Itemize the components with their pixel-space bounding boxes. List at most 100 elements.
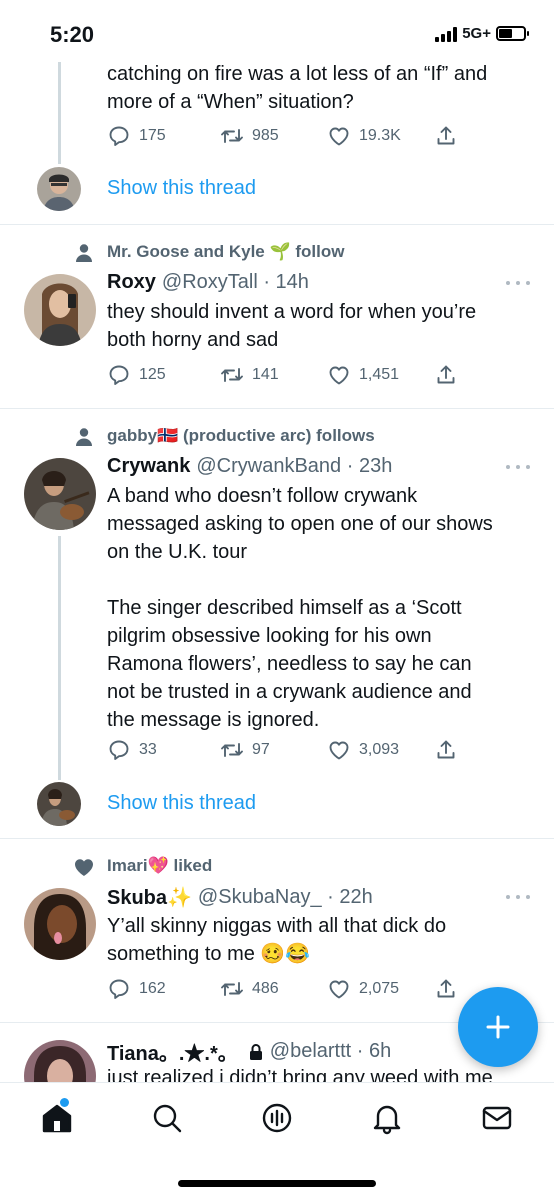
retweet-button[interactable]: 97 <box>220 738 270 762</box>
share-icon <box>434 124 458 148</box>
tweet-divider <box>0 224 554 225</box>
tweet-divider <box>0 408 554 409</box>
tweet-text: catching on fire was a lot less of an “I… <box>107 63 488 113</box>
like-button[interactable]: 2,075 <box>327 977 399 1001</box>
compose-button[interactable] <box>458 987 538 1067</box>
tweet-header: Roxy @RoxyTall · 14h <box>107 271 309 294</box>
reply-count: 175 <box>139 127 166 144</box>
tweet-divider <box>0 838 554 839</box>
avatar[interactable] <box>24 1040 96 1082</box>
user-icon <box>72 425 96 449</box>
retweet-count: 486 <box>252 980 279 997</box>
like-count: 3,093 <box>359 741 400 758</box>
tab-spaces[interactable] <box>260 1101 294 1135</box>
reply-button[interactable]: 162 <box>107 977 166 1001</box>
status-time: 5:20 <box>50 22 95 47</box>
handle-and-time[interactable]: @RoxyTall · 14h <box>162 271 309 294</box>
messages-icon <box>482 1106 512 1130</box>
home-icon <box>42 1104 72 1133</box>
display-name[interactable]: Roxy <box>107 271 156 294</box>
show-thread-link[interactable]: Show this thread <box>107 177 256 200</box>
search-icon <box>153 1104 182 1133</box>
reply-icon <box>107 738 131 762</box>
tab-search[interactable] <box>150 1101 184 1135</box>
tweet-text: A band who doesn’t follow crywank messag… <box>107 485 493 731</box>
avatar[interactable] <box>24 458 96 530</box>
social-context: Mr. Goose and Kyle 🌱 follow <box>107 242 345 261</box>
reply-count: 33 <box>139 741 157 758</box>
share-icon <box>434 738 458 762</box>
handle-and-time[interactable]: @belarttt · 6h <box>270 1040 391 1063</box>
cellular-signal-icon <box>435 26 458 42</box>
status-bar: 5:20 5G+ <box>0 0 554 62</box>
thread-avatar[interactable] <box>37 167 81 211</box>
reply-button[interactable]: 125 <box>107 363 166 387</box>
social-context: gabby🇳🇴 (productive arc) follows <box>107 426 375 445</box>
tweet-header: Crywank @CrywankBand · 23h <box>107 455 392 478</box>
tweet-text: Y’all skinny niggas with all that dick d… <box>107 915 447 965</box>
share-button[interactable] <box>434 124 458 148</box>
tweet-text: just realized i didn’t bring any weed wi… <box>107 1067 493 1082</box>
more-options-icon[interactable] <box>506 463 530 471</box>
reply-icon <box>107 363 131 387</box>
reply-count: 125 <box>139 366 166 383</box>
retweet-icon <box>220 977 244 1001</box>
protected-lock-icon <box>248 1043 264 1061</box>
display-name[interactable]: Tiana。.★.*。 <box>107 1037 238 1066</box>
display-name[interactable]: Crywank <box>107 455 190 478</box>
tweet-actions: 125 141 1,451 <box>107 363 467 391</box>
unread-indicator <box>60 1098 69 1107</box>
compose-icon <box>486 1015 510 1039</box>
reply-button[interactable]: 33 <box>107 738 157 762</box>
avatar[interactable] <box>24 274 96 346</box>
like-icon <box>327 124 351 148</box>
home-indicator <box>178 1180 376 1187</box>
heart-icon <box>72 855 96 879</box>
share-button[interactable] <box>434 738 458 762</box>
like-icon <box>327 977 351 1001</box>
timeline-feed[interactable]: catching on fire was a lot less of an “I… <box>0 0 554 1082</box>
display-name[interactable]: Skuba✨ <box>107 885 192 910</box>
reply-icon <box>107 124 131 148</box>
retweet-button[interactable]: 985 <box>220 124 279 148</box>
handle-and-time[interactable]: @SkubaNay_ · 22h <box>198 886 373 909</box>
retweet-icon <box>220 124 244 148</box>
like-count: 1,451 <box>359 366 400 383</box>
avatar[interactable] <box>24 888 96 960</box>
tweet-actions: 175 985 19.3K <box>107 124 467 152</box>
like-button[interactable]: 3,093 <box>327 738 399 762</box>
spaces-icon <box>262 1103 292 1133</box>
show-thread-link[interactable]: Show this thread <box>107 792 256 815</box>
tweet-actions: 33 97 3,093 <box>107 738 467 766</box>
tab-messages[interactable] <box>480 1101 514 1135</box>
status-indicators: 5G+ <box>435 25 529 42</box>
like-button[interactable]: 1,451 <box>327 363 399 387</box>
share-icon <box>434 363 458 387</box>
tab-notifications[interactable] <box>370 1101 404 1135</box>
like-button[interactable]: 19.3K <box>327 124 401 148</box>
retweet-icon <box>220 363 244 387</box>
thread-avatar[interactable] <box>37 782 81 826</box>
reply-count: 162 <box>139 980 166 997</box>
tweet-header: Skuba✨ @SkubaNay_ · 22h <box>107 885 373 910</box>
like-icon <box>327 363 351 387</box>
more-options-icon[interactable] <box>506 893 530 901</box>
user-icon <box>72 241 96 265</box>
thread-connector-line <box>58 62 61 164</box>
retweet-button[interactable]: 141 <box>220 363 279 387</box>
share-button[interactable] <box>434 363 458 387</box>
network-type: 5G+ <box>462 25 491 42</box>
tweet-text: they should invent a word for when you’r… <box>107 301 477 351</box>
retweet-icon <box>220 738 244 762</box>
tweet-actions: 162 486 2,075 <box>107 977 467 1005</box>
share-button[interactable] <box>434 977 458 1001</box>
handle-and-time[interactable]: @CrywankBand · 23h <box>196 455 392 478</box>
more-options-icon[interactable] <box>506 279 530 287</box>
like-count: 19.3K <box>359 127 401 144</box>
retweet-count: 985 <box>252 127 279 144</box>
retweet-button[interactable]: 486 <box>220 977 279 1001</box>
tab-home[interactable] <box>40 1101 74 1135</box>
reply-icon <box>107 977 131 1001</box>
thread-connector-line <box>58 536 61 780</box>
reply-button[interactable]: 175 <box>107 124 166 148</box>
